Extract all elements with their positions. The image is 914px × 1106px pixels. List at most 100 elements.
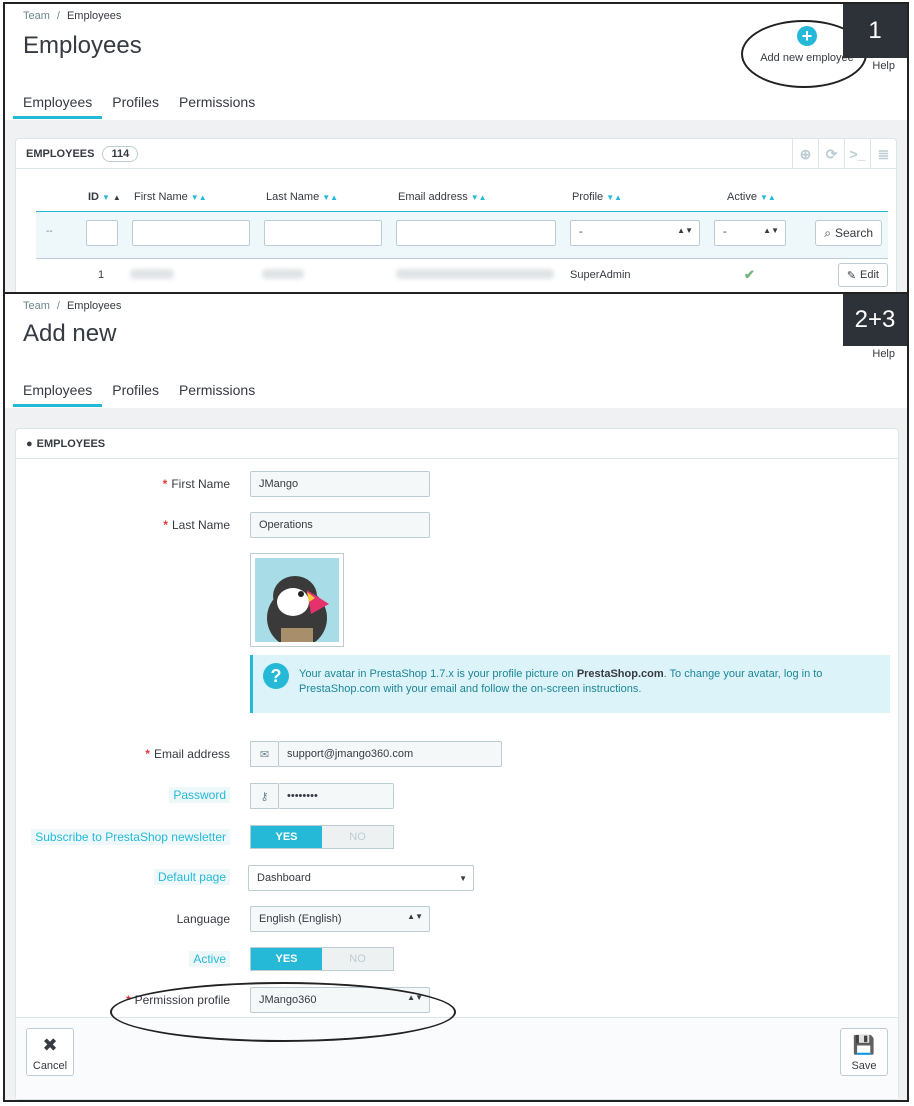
- col-first-name[interactable]: First Name ▼▲: [134, 191, 207, 203]
- language-select[interactable]: English (English) ▲▼: [250, 906, 430, 932]
- help-button[interactable]: Help: [872, 348, 895, 360]
- filter-profile-select[interactable]: - ▲▼: [570, 220, 700, 246]
- password-label[interactable]: Password: [169, 787, 230, 803]
- breadcrumb-team[interactable]: Team: [23, 10, 50, 22]
- employees-list-panel: EMPLOYEES 114 ⊕ ⟳ >_ ≣ ID ▼ ▲ First Name ▼▲…: [15, 138, 897, 292]
- page-title: Add new: [23, 320, 117, 347]
- tab-permissions[interactable]: Permissions: [169, 381, 265, 407]
- email-label: * Email address: [145, 747, 230, 761]
- panel-title: EMPLOYEES: [36, 437, 106, 450]
- tab-employees[interactable]: Employees: [13, 381, 103, 407]
- breadcrumb-team[interactable]: Team: [23, 300, 50, 312]
- first-name-label: * First Name: [162, 477, 230, 491]
- employee-count-badge: 114: [102, 145, 139, 162]
- key-icon: ⚷: [250, 783, 278, 809]
- highlight-ellipse: [110, 982, 456, 1042]
- redacted-email: [396, 269, 554, 279]
- redacted-first-name: [130, 269, 174, 279]
- step-1-panel: Team / Employees Employees + Add new emplo…: [3, 2, 909, 294]
- tab-bar: Employees Profiles Permissions: [13, 381, 265, 407]
- newsletter-label[interactable]: Subscribe to PrestaShop newsletter: [31, 829, 230, 845]
- updown-caret-icon: ▲▼: [407, 912, 423, 921]
- breadcrumb-employees: Employees: [66, 10, 122, 22]
- step-2-3-panel: Team / Employees Add new 2+3 Help Employee…: [3, 292, 909, 1102]
- row-profile: SuperAdmin: [570, 269, 631, 281]
- table-header: ID ▼ ▲ First Name ▼▲ Last Name ▼▲ Email addr…: [16, 187, 896, 209]
- active-label[interactable]: Active: [189, 951, 230, 967]
- tab-bar: Employees Profiles Permissions: [13, 93, 265, 119]
- active-yes[interactable]: YES: [251, 948, 322, 970]
- breadcrumb-employees: Employees: [66, 300, 122, 312]
- first-name-input[interactable]: JMango: [250, 471, 430, 497]
- pencil-icon: ✎: [846, 269, 857, 282]
- filter-first-name-input[interactable]: [132, 220, 250, 246]
- table-row[interactable]: 1 SuperAdmin ✔ ✎ Edit: [78, 259, 888, 291]
- col-id[interactable]: ID ▼ ▲: [88, 191, 121, 203]
- default-page-select[interactable]: Dashboard ▼: [248, 865, 474, 891]
- active-row: Active YES NO: [16, 947, 898, 973]
- search-button[interactable]: ⌕ Search: [815, 220, 882, 246]
- col-email[interactable]: Email address ▼▲: [398, 191, 487, 203]
- avatar-info-box: ? Your avatar in PrestaShop 1.7.x is you…: [250, 655, 890, 713]
- tab-employees[interactable]: Employees: [13, 93, 103, 119]
- breadcrumb: Team / Employees: [23, 10, 122, 22]
- panel-header: EMPLOYEES 114 ⊕ ⟳ >_ ≣: [16, 139, 896, 169]
- active-no[interactable]: NO: [322, 948, 393, 970]
- sql-query-icon[interactable]: >_: [844, 139, 870, 169]
- breadcrumb: Team / Employees: [23, 300, 122, 312]
- password-row: Password ⚷ ••••••••: [16, 783, 898, 809]
- password-input[interactable]: ••••••••: [278, 783, 394, 809]
- save-button[interactable]: 💾 Save: [840, 1028, 888, 1076]
- toolbar-icons: ⊕ ⟳ >_ ≣: [792, 139, 896, 169]
- chevron-down-icon: ▼: [459, 874, 467, 883]
- redacted-last-name: [262, 269, 304, 279]
- close-icon: ✖: [42, 1035, 58, 1055]
- newsletter-row: Subscribe to PrestaShop newsletter YES N…: [16, 825, 898, 851]
- active-check-icon[interactable]: ✔: [744, 267, 755, 283]
- prestashop-link[interactable]: PrestaShop.com: [577, 668, 664, 680]
- avatar: [250, 553, 344, 648]
- language-row: Language English (English) ▲▼: [16, 906, 898, 932]
- email-input[interactable]: support@jmango360.com: [278, 741, 502, 767]
- cancel-button[interactable]: ✖ Cancel: [26, 1028, 74, 1076]
- database-icon[interactable]: ≣: [870, 139, 896, 169]
- tab-permissions[interactable]: Permissions: [169, 93, 265, 119]
- default-page-label[interactable]: Default page: [153, 869, 230, 885]
- step-number-badge: 2+3: [843, 294, 907, 346]
- filter-active-select[interactable]: - ▲▼: [714, 220, 786, 246]
- panel-header: ● EMPLOYEES: [16, 429, 898, 459]
- default-page-row: Default page Dashboard ▼: [16, 865, 898, 891]
- help-button[interactable]: Help: [872, 60, 895, 72]
- active-toggle[interactable]: YES NO: [250, 947, 394, 971]
- col-last-name[interactable]: Last Name ▼▲: [266, 191, 338, 203]
- newsletter-no[interactable]: NO: [322, 826, 393, 848]
- newsletter-toggle[interactable]: YES NO: [250, 825, 394, 849]
- last-name-input[interactable]: Operations: [250, 512, 430, 538]
- filter-dash: --: [46, 226, 53, 237]
- col-profile[interactable]: Profile ▼▲: [572, 191, 622, 203]
- search-icon: ⌕: [824, 225, 831, 240]
- row-id: 1: [98, 269, 105, 281]
- envelope-icon: ✉: [250, 741, 278, 767]
- last-name-row: * Last Name Operations: [16, 512, 898, 538]
- email-row: * Email address ✉ support@jmango360.com: [16, 741, 898, 767]
- last-name-label: * Last Name: [163, 518, 230, 532]
- filter-last-name-input[interactable]: [264, 220, 382, 246]
- col-active[interactable]: Active ▼▲: [727, 191, 776, 203]
- edit-button[interactable]: ✎ Edit: [837, 263, 888, 287]
- save-icon: 💾: [852, 1035, 876, 1055]
- tab-profiles[interactable]: Profiles: [102, 381, 169, 407]
- panel-title: EMPLOYEES: [26, 147, 95, 160]
- step-number-badge: 1: [843, 4, 907, 58]
- language-label: Language: [176, 912, 230, 926]
- newsletter-yes[interactable]: YES: [251, 826, 322, 848]
- filter-id-input[interactable]: [86, 220, 118, 246]
- tab-profiles[interactable]: Profiles: [102, 93, 169, 119]
- page-title: Employees: [23, 32, 142, 59]
- refresh-icon[interactable]: ⟳: [818, 139, 844, 169]
- filter-email-input[interactable]: [396, 220, 556, 246]
- prestashop-puffin-avatar: [255, 558, 339, 648]
- add-icon[interactable]: ⊕: [792, 139, 818, 169]
- first-name-row: * First Name JMango: [16, 471, 898, 497]
- user-icon: ●: [26, 437, 33, 450]
